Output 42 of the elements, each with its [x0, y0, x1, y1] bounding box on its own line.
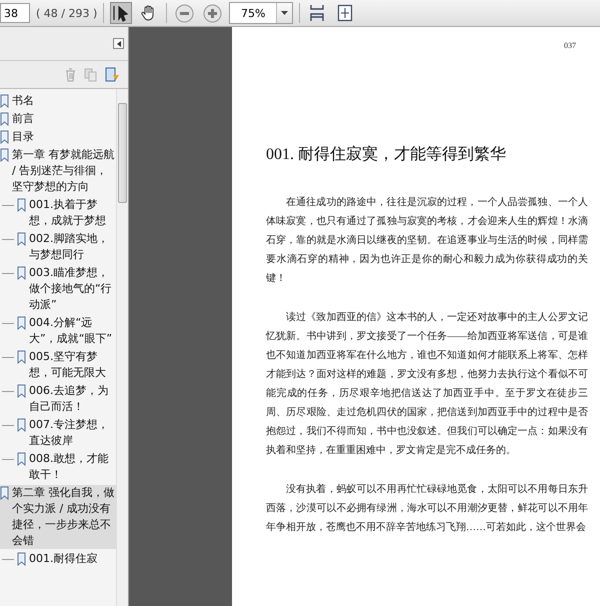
caret-icon [281, 11, 288, 15]
body-paragraph: 在通往成功的路途中，往往是沉寂的过程，一个人品尝孤独、一个人体味寂寞，也只有通过了孤独与寂寞的考核，才会迎来人生的辉煌！水滴石穿，靠的就是水滴日以继夜的坚韧。在追逐事业与生活的时候，同样需要水滴石穿的精神，因为也许正是你的耐心和毅力成为你获得成功的关键！ [266, 196, 588, 286]
bookmark-icon [17, 232, 26, 246]
bookmark-icon [17, 266, 26, 280]
bookmark-item[interactable]: 004.分解“远大”，成就“眼下” [0, 315, 116, 347]
page-number-field[interactable]: 38 [0, 3, 30, 23]
scrollbar[interactable] [116, 89, 128, 606]
bookmark-item[interactable]: 书名 [0, 93, 116, 109]
select-tool-button[interactable] [110, 2, 132, 24]
zoom-out-button[interactable] [173, 2, 196, 24]
bookmark-item[interactable]: 006.去追梦，为自己而活！ [0, 383, 116, 415]
section-title: 001. 耐得住寂寞，才能等得到繁华 [266, 144, 507, 165]
bookmark-item[interactable]: 003.瞄准梦想，做个接地气的“行动派” [0, 265, 116, 313]
zoom-combo[interactable]: 75% [229, 2, 294, 24]
bookmark-icon [17, 452, 26, 466]
collapse-button[interactable] [113, 38, 124, 49]
bookmark-icon [17, 316, 26, 330]
bookmark-item[interactable]: 前言 [0, 111, 116, 127]
bookmark-icon [17, 198, 26, 212]
scrollbar-thumb[interactable] [118, 103, 127, 203]
dropdown-button[interactable] [276, 3, 292, 23]
body-paragraph: 没有执着，蚂蚁可以不用再忙忙碌碌地觅食，太阳可以不用每日东升西落，沙漠可以不必拥有绿洲，海水可以不用潮汐更替，鲜花可以不用年年争相开放，苍鹰也不用不辞辛苦地练习飞翔……可若如此，这个世界会 [266, 482, 588, 535]
bookmark-item[interactable]: 001.耐得住寂 [0, 551, 116, 567]
bookmark-icon [17, 552, 26, 566]
bookmark-item[interactable]: 007.专注梦想，直达彼岸 [0, 417, 116, 449]
page-number: 037 [564, 41, 576, 50]
bookmark-item[interactable]: 002.脚踏实地，与梦想同行 [0, 231, 116, 263]
bookmark-item[interactable]: 005.坚守有梦想，可能无限大 [0, 349, 116, 381]
bookmark-item[interactable]: 第一章 有梦就能远航 / 告别迷茫与徘徊，坚守梦想的方向 [0, 147, 116, 195]
bookmark-options-icon[interactable] [105, 67, 120, 82]
bookmark-icon [17, 350, 26, 364]
left-triangle-icon [116, 40, 120, 46]
page-count: ( 48 / 293 ) [36, 6, 98, 20]
cursor-icon [112, 4, 130, 22]
bookmark-item[interactable]: 第二章 强化自我，做个实力派 / 成功没有捷径，一步步来总不会错 [0, 485, 116, 549]
bookmark-item[interactable]: 008.敢想，才能敢干！ [0, 451, 116, 483]
zoom-in-button[interactable] [201, 2, 224, 24]
bookmark-icon [17, 418, 26, 432]
bookmark-item[interactable]: 目录 [0, 129, 116, 145]
body-paragraph: 读过《致加西亚的信》这本书的人，一定还对故事中的主人公罗文记忆犹新。书中讲到，罗文接受了一个任务——给加西亚将军送信，可是谁也不知道加西亚将军在什么地方，谁也不知道如何才能联系上将军、怎样才能到达？面对这样的难题，罗文没有多想，他努力去执行这个看似不可能完成的任务，历尽艰辛地把信送达了加西亚手中。至于罗文在徒步三周、历尽艰险、走过危机四伏的国家，把信送到加西亚手中的过程中是否抱怨过，我们不得而知，书中也没叙述。但我们可以确定一点：如果没有执着和坚持，在重重困难中，罗文肯定是完不成任务的。 [266, 310, 588, 458]
bookmark-icon [17, 384, 26, 398]
bookmark-item[interactable]: 001.执着于梦想，成就于梦想 [0, 197, 116, 229]
